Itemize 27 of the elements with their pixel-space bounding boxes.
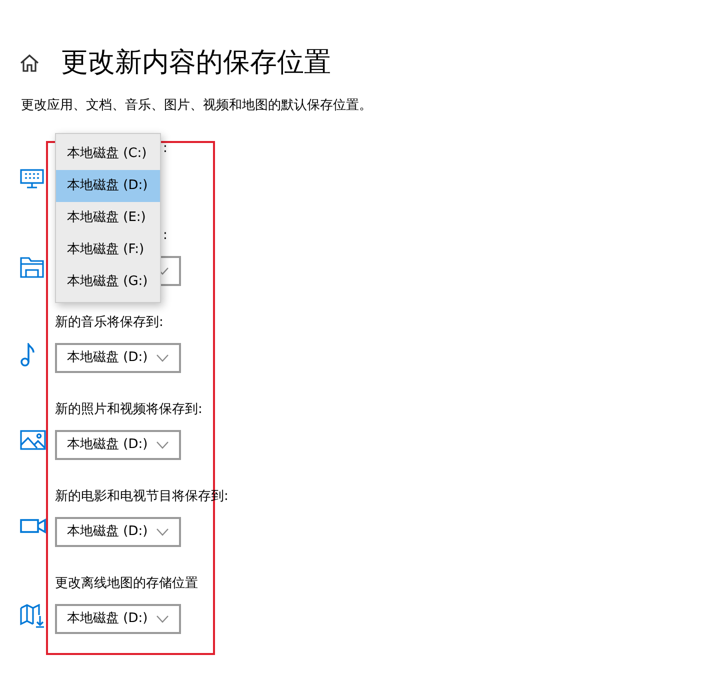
drive-dropdown[interactable]: 本地磁盘 (D:) [55,430,181,460]
setting-label: 新的音乐将保存到: [55,314,164,332]
dropdown-option[interactable]: 本地磁盘 (G:) [56,266,160,298]
monitor-icon [20,169,44,189]
setting-label: 更改离线地图的存储位置 [55,575,198,593]
chevron-down-icon [156,528,169,536]
dropdown-option[interactable]: 本地磁盘 (C:) [56,138,160,170]
chevron-down-icon [156,615,169,623]
video-camera-icon [20,518,46,534]
setting-label: 新的照片和视频将保存到: [55,401,202,419]
drive-dropdown[interactable]: 本地磁盘 (D:) [55,604,181,634]
drive-dropdown[interactable]: 本地磁盘 (D:) [55,517,181,547]
setting-label: : [163,140,168,158]
music-note-icon [20,343,36,367]
dropdown-option[interactable]: 本地磁盘 (D:) [56,170,160,202]
setting-label: : [163,227,168,245]
chevron-down-icon [156,354,169,362]
picture-icon [20,430,46,450]
dropdown-option[interactable]: 本地磁盘 (F:) [56,234,160,266]
dropdown-option[interactable]: 本地磁盘 (E:) [56,202,160,234]
drive-dropdown[interactable]: 本地磁盘 (D:) [55,343,181,373]
page-title: 更改新内容的保存位置 [61,46,331,80]
home-icon[interactable] [20,54,39,72]
description-text: 更改应用、文档、音乐、图片、视频和地图的默认保存位置。 [20,97,373,115]
map-download-icon [20,604,46,628]
folder-icon [20,256,44,278]
chevron-down-icon [156,441,169,449]
